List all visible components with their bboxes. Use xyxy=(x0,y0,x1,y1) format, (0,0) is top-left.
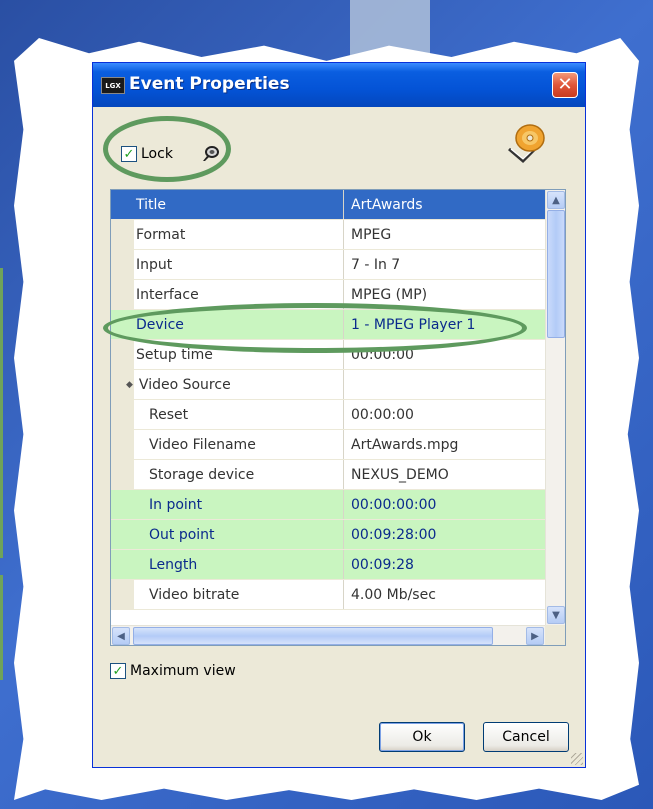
property-name: Setup time xyxy=(134,340,344,369)
row-gutter xyxy=(111,460,134,489)
property-row[interactable]: Length 00:09:28 xyxy=(111,550,545,580)
property-row[interactable]: Device 1 - MPEG Player 1 xyxy=(111,310,545,340)
property-value[interactable]: 00:00:00 xyxy=(344,400,545,429)
dialog-title: Event Properties xyxy=(129,74,290,94)
horizontal-scrollbar[interactable]: ◀ ▶ xyxy=(111,625,545,645)
disc-properties-icon xyxy=(508,124,545,164)
row-gutter xyxy=(111,310,134,339)
property-name-text: Video Source xyxy=(138,376,231,393)
property-name-text: Setup time xyxy=(136,346,213,363)
property-name: Format xyxy=(134,220,344,249)
property-name-text: Video Filename xyxy=(149,436,256,453)
property-row[interactable]: Out point 00:09:28:00 xyxy=(111,520,545,550)
property-row[interactable]: Reset 00:00:00 xyxy=(111,400,545,430)
row-gutter xyxy=(111,340,134,369)
cancel-button[interactable]: Cancel xyxy=(483,722,569,752)
property-name-text: Reset xyxy=(149,406,189,423)
property-name: Video bitrate xyxy=(134,580,344,609)
maximum-view-checkbox[interactable]: ✓ xyxy=(110,663,126,679)
property-name: Device xyxy=(134,310,344,339)
property-row[interactable]: Setup time 00:00:00 xyxy=(111,340,545,370)
vertical-scroll-thumb[interactable] xyxy=(547,210,565,338)
scroll-up-button[interactable]: ▲ xyxy=(547,191,565,209)
property-name-text: Format xyxy=(136,226,186,243)
property-name: Video Filename xyxy=(134,430,344,459)
pin-icon[interactable] xyxy=(201,144,221,164)
property-value[interactable]: 1 - MPEG Player 1 xyxy=(344,310,545,339)
property-row[interactable]: In point 00:00:00:00 xyxy=(111,490,545,520)
property-name: Length xyxy=(134,550,344,579)
property-row[interactable]: Video bitrate 4.00 Mb/sec xyxy=(111,580,545,610)
row-gutter xyxy=(111,520,134,549)
property-value[interactable]: MPEG xyxy=(344,220,545,249)
property-name: Out point xyxy=(134,520,344,549)
property-row[interactable]: Video Filename ArtAwards.mpg xyxy=(111,430,545,460)
close-button[interactable]: ✕ xyxy=(552,72,578,98)
group-bullet-icon[interactable]: ◆ xyxy=(126,380,133,390)
background-edge xyxy=(0,575,3,680)
property-value[interactable]: MPEG (MP) xyxy=(344,280,545,309)
row-gutter xyxy=(111,250,134,279)
property-value[interactable]: NEXUS_DEMO xyxy=(344,460,545,489)
property-rows: Title ArtAwards Format MPEG Input 7 - In 7 Int… xyxy=(111,190,545,610)
properties-grid[interactable]: Title ArtAwards Format MPEG Input 7 - In 7 Int… xyxy=(110,189,566,646)
property-name-text: Video bitrate xyxy=(149,586,240,603)
property-name-text: Out point xyxy=(149,526,215,543)
property-name: ◆ Video Source xyxy=(126,370,344,399)
scroll-right-button[interactable]: ▶ xyxy=(526,627,544,645)
ok-button[interactable]: Ok xyxy=(379,722,465,752)
property-value[interactable]: 00:00:00 xyxy=(344,340,545,369)
property-row[interactable]: Interface MPEG (MP) xyxy=(111,280,545,310)
lock-option[interactable]: ✓ Lock xyxy=(121,143,173,165)
property-name: In point xyxy=(134,490,344,519)
scroll-down-button[interactable]: ▼ xyxy=(547,606,565,624)
row-gutter xyxy=(111,580,134,609)
lock-label: Lock xyxy=(141,146,173,162)
maximum-view-label: Maximum view xyxy=(130,663,236,679)
row-gutter xyxy=(111,490,134,519)
vertical-scrollbar[interactable]: ▲ ▼ xyxy=(545,190,565,625)
property-value[interactable]: 4.00 Mb/sec xyxy=(344,580,545,609)
property-value[interactable]: ArtAwards.mpg xyxy=(344,430,545,459)
property-row[interactable]: Storage device NEXUS_DEMO xyxy=(111,460,545,490)
resize-grip[interactable] xyxy=(571,753,583,765)
property-value[interactable]: ArtAwards xyxy=(344,190,545,219)
property-value[interactable]: 7 - In 7 xyxy=(344,250,545,279)
title-bar[interactable]: LGX Event Properties ✕ xyxy=(93,63,585,107)
property-value[interactable] xyxy=(344,370,545,399)
background-edge xyxy=(0,268,3,558)
property-row[interactable]: Title ArtAwards xyxy=(111,190,545,220)
property-row[interactable]: ◆ Video Source xyxy=(111,370,545,400)
property-name: Interface xyxy=(134,280,344,309)
event-properties-dialog: LGX Event Properties ✕ ✓ Lock Title ArtAw… xyxy=(92,62,586,768)
property-name: Input xyxy=(134,250,344,279)
scrollbar-corner xyxy=(545,625,565,645)
property-row[interactable]: Format MPEG xyxy=(111,220,545,250)
row-gutter xyxy=(111,550,134,579)
property-name-text: Title xyxy=(136,196,167,213)
row-gutter xyxy=(111,220,134,249)
property-name-text: Device xyxy=(136,316,184,333)
lock-checkbox[interactable]: ✓ xyxy=(121,146,137,162)
row-gutter xyxy=(111,190,134,219)
property-name-text: Length xyxy=(149,556,198,573)
property-name: Storage device xyxy=(134,460,344,489)
horizontal-scroll-thumb[interactable] xyxy=(133,627,493,645)
property-name-text: In point xyxy=(149,496,203,513)
maximum-view-option[interactable]: ✓ Maximum view xyxy=(110,661,236,681)
property-value[interactable]: 00:00:00:00 xyxy=(344,490,545,519)
property-row[interactable]: Input 7 - In 7 xyxy=(111,250,545,280)
scroll-left-button[interactable]: ◀ xyxy=(112,627,130,645)
property-name-text: Storage device xyxy=(149,466,255,483)
row-gutter xyxy=(111,280,134,309)
row-gutter xyxy=(111,430,134,459)
app-logo-icon: LGX xyxy=(101,77,125,94)
row-gutter xyxy=(111,400,134,429)
property-name: Title xyxy=(134,190,344,219)
property-name-text: Interface xyxy=(136,286,199,303)
property-name-text: Input xyxy=(136,256,173,273)
property-name: Reset xyxy=(134,400,344,429)
property-value[interactable]: 00:09:28 xyxy=(344,550,545,579)
property-value[interactable]: 00:09:28:00 xyxy=(344,520,545,549)
